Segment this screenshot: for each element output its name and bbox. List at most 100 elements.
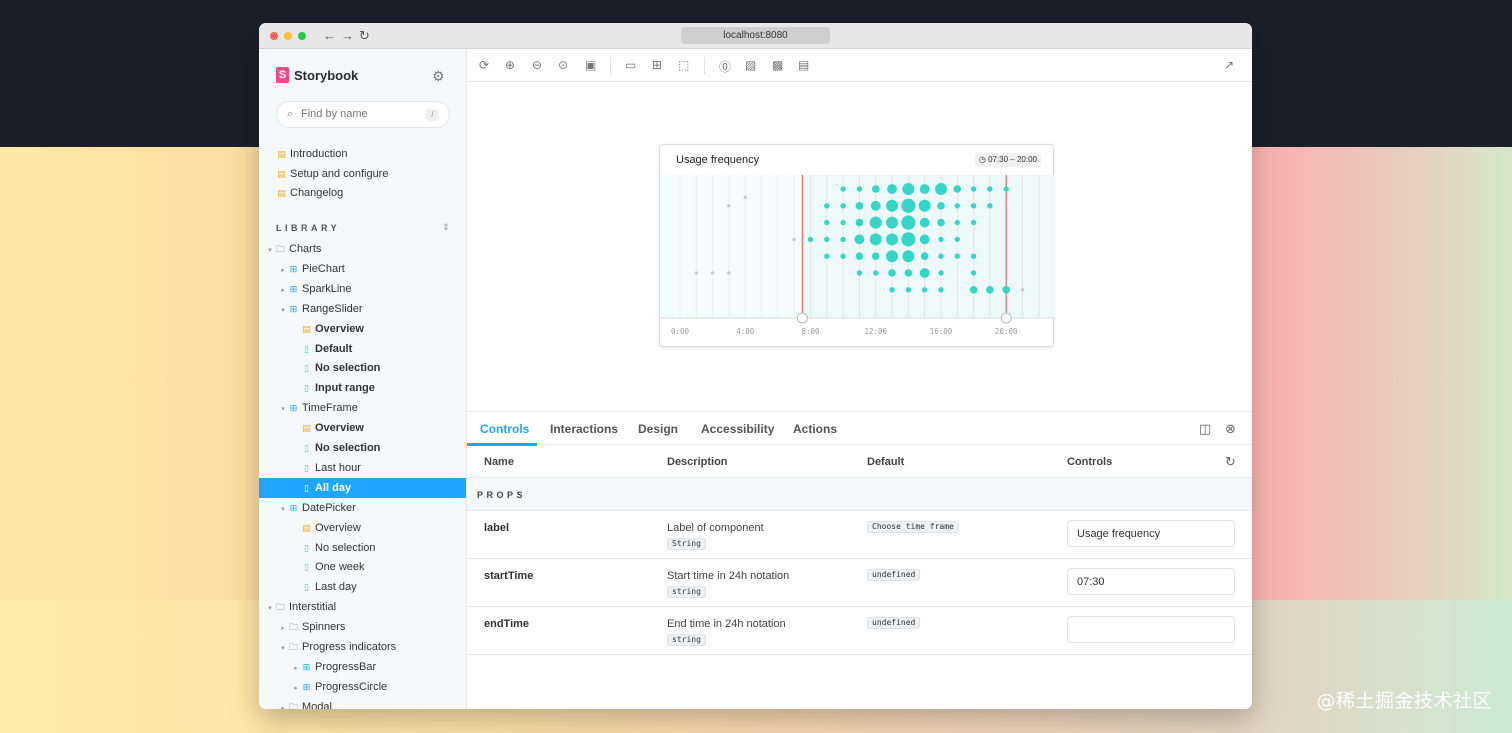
sidebar-item-changelog[interactable]: ▤ Changelog <box>259 183 466 203</box>
preview-toolbar: ⟳ ⊕ ⊖ ⊙ ▣ ▭ ⊞ ⬚ ⓪ ▨ ▩ ▤ ↗ <box>467 49 1252 82</box>
sidebar-item-interstitial[interactable]: ▾ 🗀 Interstitial <box>259 597 466 617</box>
sidebar-item-no-selection[interactable]: ▯ No selection <box>259 438 466 458</box>
bookmark-icon: ▯ <box>304 363 309 374</box>
sidebar-item-datepicker[interactable]: ▾ ⊞ DatePicker <box>259 498 466 518</box>
data-point <box>902 250 915 263</box>
back-arrow-icon[interactable]: ← <box>323 28 336 43</box>
sidebar-item-timeframe[interactable]: ▾ ⊞ TimeFrame <box>259 398 466 418</box>
data-point <box>886 199 899 212</box>
sidebar-item-all-day[interactable]: ▯ All day <box>259 477 466 498</box>
data-point <box>919 268 930 278</box>
comment-icon[interactable]: ▤ <box>798 58 809 72</box>
table-row: label Label of component String Choose t… <box>467 511 1252 559</box>
bookmark-icon: ▯ <box>304 343 309 354</box>
zoom-in-icon[interactable]: ⊕ <box>505 58 515 72</box>
data-point <box>970 203 977 209</box>
component-icon: ⊞ <box>302 681 311 692</box>
sidebar-item-overview[interactable]: ▤ Overview <box>259 418 466 438</box>
image-icon[interactable]: ▨ <box>745 58 756 72</box>
sidebar-item-no-selection[interactable]: ▯ No selection <box>259 538 466 558</box>
sidebar-item-no-selection[interactable]: ▯ No selection <box>259 358 466 378</box>
forward-arrow-icon[interactable]: → <box>341 28 354 43</box>
reset-controls-icon[interactable]: ↻ <box>1225 454 1236 470</box>
prop-name: endTime <box>484 618 530 630</box>
zoom-out-icon[interactable]: ⊖ <box>532 58 542 72</box>
close-panel-icon[interactable]: ⊗ <box>1225 421 1236 437</box>
chevron-right-icon[interactable]: ▸ <box>278 699 288 709</box>
sidebar-item-sparkline[interactable]: ▸ ⊞ SparkLine <box>259 279 466 299</box>
folder-icon: 🗀 <box>275 244 285 254</box>
sidebar-item-one-week[interactable]: ▯ One week <box>259 557 466 577</box>
data-point <box>727 204 731 208</box>
folder-icon: 🗀 <box>275 602 285 613</box>
sidebar-item-charts[interactable]: ▾ 🗀 Charts <box>259 239 466 259</box>
minimize-window-icon[interactable] <box>284 32 292 40</box>
data-point <box>904 269 913 277</box>
sidebar-item-modal[interactable]: ▸ 🗀 Modal <box>259 697 466 709</box>
url-bar[interactable]: localhost:8080 <box>681 27 830 44</box>
reload-icon[interactable]: ↻ <box>359 28 370 44</box>
data-point <box>954 203 960 209</box>
search-icon: ⌕ <box>287 108 294 120</box>
data-point <box>727 271 731 275</box>
viewport-icon[interactable]: ▭ <box>625 58 636 72</box>
background-icon[interactable]: ▣ <box>585 58 596 72</box>
tab-accessibility[interactable]: Accessibility <box>701 422 774 436</box>
storybook-brand[interactable]: S Storybook <box>276 67 358 83</box>
sidebar-item-input-range[interactable]: ▯ Input range <box>259 378 466 398</box>
sidebar-item-last-day[interactable]: ▯ Last day <box>259 577 466 597</box>
data-point <box>840 203 846 209</box>
clock-icon: ◷ <box>978 155 986 164</box>
start-time-input[interactable] <box>1067 568 1235 595</box>
sidebar-item-progress-indicators[interactable]: ▾ 🗀 Progress indicators <box>259 637 466 657</box>
sidebar-item-progresscircle[interactable]: ▸ ⊞ ProgressCircle <box>259 677 466 697</box>
prop-name: label <box>484 522 510 534</box>
data-point <box>824 203 830 209</box>
sidebar-item-spinners[interactable]: ▸ 🗀 Spinners <box>259 617 466 637</box>
outline-icon[interactable]: ⬚ <box>678 58 689 72</box>
data-point <box>954 219 960 226</box>
sidebar-item-rangeslider[interactable]: ▾ ⊞ RangeSlider <box>259 299 466 319</box>
end-time-input[interactable] <box>1067 616 1235 643</box>
sidebar-item-piechart[interactable]: ▸ ⊞ PieChart <box>259 259 466 279</box>
document-icon: ▤ <box>302 323 311 334</box>
prop-default: Choose time frame <box>867 521 959 533</box>
label-input[interactable] <box>1067 520 1235 547</box>
prop-name: startTime <box>484 570 534 582</box>
sidebar-item-overview[interactable]: ▤ Overview <box>259 319 466 339</box>
grid-icon[interactable]: ⊞ <box>652 58 662 72</box>
sidebar-item-default[interactable]: ▯ Default <box>259 339 466 359</box>
data-point <box>938 236 944 243</box>
bookmark-icon: ▯ <box>304 542 309 553</box>
usage-chart[interactable]: 0:00 4:00 8:00 12:00 16:00 20:00 <box>660 175 1055 347</box>
close-window-icon[interactable] <box>270 32 278 40</box>
measure-icon[interactable]: ⓪ <box>719 58 731 75</box>
sidebar-item-last-hour[interactable]: ▯ Last hour <box>259 458 466 478</box>
data-point <box>694 271 699 275</box>
tab-design[interactable]: Design <box>638 422 678 436</box>
tab-interactions[interactable]: Interactions <box>550 422 618 436</box>
sidebar-item-setup[interactable]: ▤ Setup and configure <box>259 164 466 184</box>
x-tick-label: 0:00 <box>671 327 690 336</box>
sidebar-item-progressbar[interactable]: ▸ ⊞ ProgressBar <box>259 657 466 677</box>
sidebar-item-overview[interactable]: ▤ Overview <box>259 518 466 538</box>
maximize-window-icon[interactable] <box>298 32 306 40</box>
open-new-tab-icon[interactable]: ↗ <box>1224 58 1234 72</box>
reload-story-icon[interactable]: ⟳ <box>479 58 489 72</box>
bookmark-icon: ▯ <box>304 443 309 453</box>
panel-orientation-icon[interactable]: ◫ <box>1199 421 1211 437</box>
data-point <box>919 217 930 228</box>
data-point <box>901 198 916 213</box>
prop-description: End time in 24h notation <box>667 618 786 630</box>
design-icon[interactable]: ▩ <box>772 58 783 72</box>
collapse-all-icon[interactable]: ⇕ <box>442 222 450 233</box>
table-row: endTime End time in 24h notation string … <box>467 607 1252 655</box>
data-point <box>888 269 896 277</box>
card-title: Usage frequency <box>676 154 760 166</box>
tab-controls[interactable]: Controls <box>480 422 529 436</box>
gear-icon[interactable]: ⚙ <box>432 68 445 85</box>
sidebar-item-introduction[interactable]: ▤ Introduction <box>259 144 466 164</box>
tab-actions[interactable]: Actions <box>793 422 837 436</box>
zoom-reset-icon[interactable]: ⊙ <box>558 58 568 72</box>
search-input[interactable]: ⌕ Find by name / <box>276 101 450 128</box>
